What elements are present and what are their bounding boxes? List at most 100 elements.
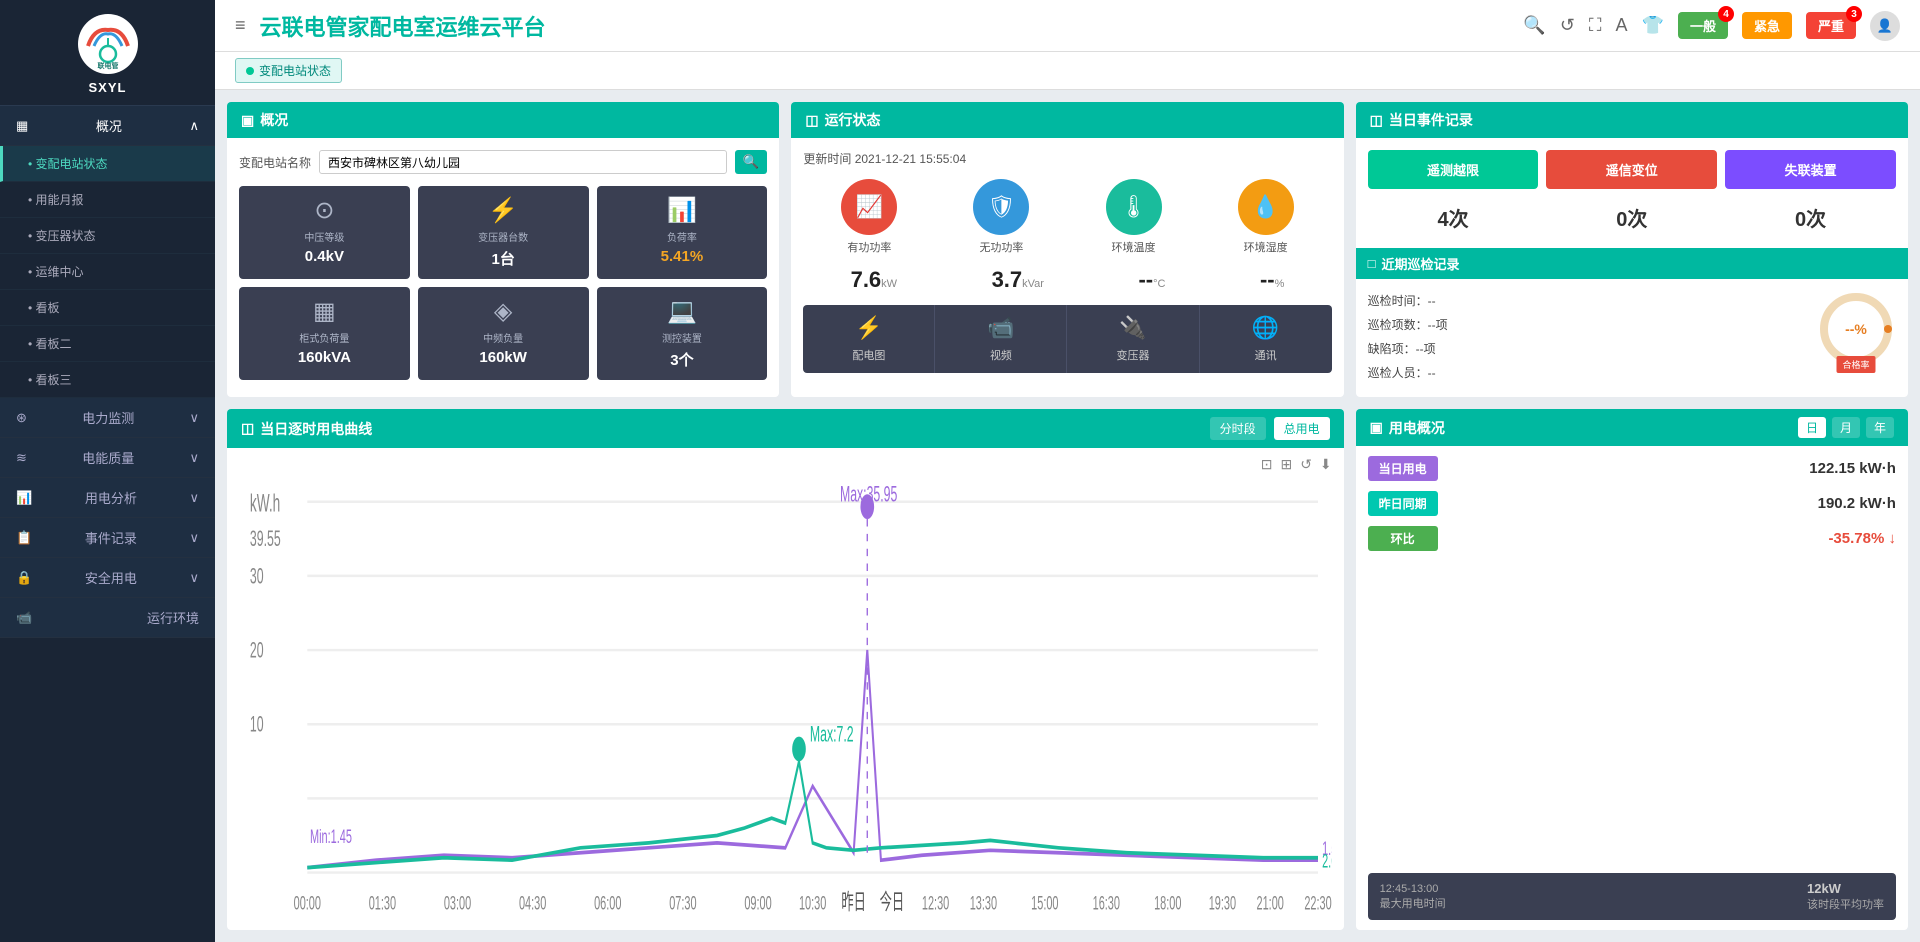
power-tab-month[interactable]: 月 [1832, 417, 1860, 438]
urgent-alert-button[interactable]: 紧急 [1742, 12, 1792, 39]
action-distribution-diagram[interactable]: ⚡ 配电图 [803, 305, 935, 373]
chart-crop-icon[interactable]: ⊡ [1261, 456, 1273, 473]
nav-section-overview[interactable]: ▦ 概况 ∧ [0, 106, 215, 146]
chart-refresh-icon[interactable]: ↺ [1300, 456, 1312, 473]
action-video[interactable]: 📹 视频 [935, 305, 1067, 373]
action-transformer[interactable]: 🔌 变压器 [1067, 305, 1199, 373]
nav-events-icon: 📋 [16, 530, 32, 546]
telemetry-exceed-button[interactable]: 遥测越限 [1368, 150, 1539, 189]
action-row: ⚡ 配电图 📹 视频 🔌 变压器 🌐 通讯 [803, 305, 1331, 373]
nav-energy-analysis-label: 用电分析 [85, 488, 137, 507]
severe-alert-button[interactable]: 严重 3 [1806, 12, 1856, 39]
svg-text:39.55: 39.55 [250, 526, 281, 551]
nav-events-label: 事件记录 [85, 528, 137, 547]
nav-item-board3[interactable]: • 看板三 [0, 362, 215, 398]
general-alert-button[interactable]: 一般 4 [1678, 12, 1728, 39]
active-power-icon: 📈 [841, 179, 897, 235]
patrol-header-title: 近期巡检记录 [1382, 254, 1460, 273]
nav-safety-label: 安全用电 [85, 568, 137, 587]
nav-item-board2[interactable]: • 看板二 [0, 326, 215, 362]
power-row-ratio: 环比 -35.78% ↓ [1368, 526, 1896, 551]
refresh-icon[interactable]: ↺ [1560, 15, 1575, 36]
reactive-power-icon: 🛡 [973, 179, 1029, 235]
power-tab-day[interactable]: 日 [1798, 417, 1826, 438]
nav-item-energy-report[interactable]: • 用能月报 [0, 182, 215, 218]
power-bottom-time: 12:45-13:00 [1380, 883, 1446, 895]
overview-card-body: 变配电站名称 🔍 ⊙ 中压等级 0.4kV ⚡ 变压器台数 1台 [227, 138, 779, 397]
remote-signal-count: 0次 [1546, 203, 1717, 232]
svg-text:04:30: 04:30 [519, 894, 546, 915]
patrol-section-header: □ 近期巡检记录 [1356, 248, 1908, 279]
fullscreen-icon[interactable]: ⛶ [1589, 15, 1602, 36]
stat-kw: ◈ 中频负量 160kW [418, 287, 589, 380]
power-tab-year[interactable]: 年 [1866, 417, 1894, 438]
nav-safety-icon: 🔒 [16, 570, 32, 586]
stats-grid: ⊙ 中压等级 0.4kV ⚡ 变压器台数 1台 📊 负荷率 5.41% [239, 186, 767, 380]
nav-section-power-monitor[interactable]: ⊛ 电力监测 ∨ [0, 398, 215, 438]
nav-section-safety[interactable]: 🔒 安全用电 ∨ [0, 558, 215, 598]
svg-text:15:00: 15:00 [1031, 894, 1058, 915]
search-input[interactable] [319, 150, 727, 174]
nav-energy-analysis-chevron: ∨ [189, 490, 199, 506]
nav-item-substation-status[interactable]: • 变配电站状态 [0, 146, 215, 182]
nav-section-energy-quality[interactable]: ≋ 电能质量 ∨ [0, 438, 215, 478]
remote-signal-button[interactable]: 遥信变位 [1546, 150, 1717, 189]
transformer-value: 1台 [491, 248, 514, 269]
menu-toggle-button[interactable]: ≡ [235, 15, 246, 36]
topbar: ≡ 云联电管家配电室运维云平台 🔍 ↺ ⛶ A 👕 一般 4 紧急 严重 3 👤 [215, 0, 1920, 52]
chart-download-icon[interactable]: ⬇ [1320, 456, 1332, 473]
nav-power-monitor-chevron: ∨ [189, 410, 199, 426]
svg-text:03:00: 03:00 [444, 894, 471, 915]
nav-safety-chevron: ∨ [189, 570, 199, 586]
patrol-defect: 缺陷项：--项 [1368, 337, 1804, 361]
chart-expand-icon[interactable]: ⊞ [1280, 456, 1292, 473]
nav-section-events[interactable]: 📋 事件记录 ∨ [0, 518, 215, 558]
user-avatar[interactable]: 👤 [1870, 11, 1900, 41]
patrol-person: 巡检人员：-- [1368, 361, 1804, 385]
patrol-gauge-text: --% [1845, 321, 1867, 337]
disconnected-device-button[interactable]: 失联装置 [1725, 150, 1896, 189]
overview-header-icon: ▣ [241, 112, 254, 129]
search-icon[interactable]: 🔍 [1523, 15, 1545, 36]
chart-area: kW.h 39.55 30 20 10 [239, 477, 1332, 922]
sidebar-logo: 联电管 SXYL [0, 0, 215, 106]
patrol-gauge-label: 合格率 [1836, 356, 1875, 373]
svg-text:昨日: 昨日 [841, 890, 866, 915]
action-communication[interactable]: 🌐 通讯 [1200, 305, 1332, 373]
nav-item-board[interactable]: • 看板 [0, 290, 215, 326]
nav-power-monitor-label: 电力监测 [82, 408, 134, 427]
period-button[interactable]: 分时段 [1210, 417, 1266, 440]
nav-overview-chevron: ∧ [189, 118, 199, 134]
svg-text:Min:1.45: Min:1.45 [310, 827, 352, 848]
events-card: ◫ 当日事件记录 遥测越限 遥信变位 失联装置 4次 0次 0次 □ 近期巡检记… [1356, 102, 1908, 397]
main-area: ≡ 云联电管家配电室运维云平台 🔍 ↺ ⛶ A 👕 一般 4 紧急 严重 3 👤 [215, 0, 1920, 942]
status-tag[interactable]: 变配电站状态 [235, 58, 342, 83]
content-grid: ▣ 概况 变配电站名称 🔍 ⊙ 中压等级 0.4kV ⚡ [215, 90, 1920, 942]
nav-item-ops-center[interactable]: • 运维中心 [0, 254, 215, 290]
power-bottom-value: 12kW [1807, 881, 1884, 896]
power-bottom-left: 12:45-13:00 最大用电时间 [1380, 883, 1446, 911]
yesterday-value: 190.2 kW·h [1818, 495, 1896, 512]
nav-item-transformer-status[interactable]: • 变压器状态 [0, 218, 215, 254]
load-rate-icon: 📊 [667, 196, 697, 225]
metric-circles: 📈 有功功率 🛡 无功功率 🌡 环境温度 💧 环境湿度 [803, 179, 1331, 255]
app-title: 云联电管家配电室运维云平台 [260, 10, 1524, 42]
communication-icon: 🌐 [1252, 315, 1279, 341]
running-card-header: ◫ 运行状态 [791, 102, 1343, 138]
patrol-header-icon: □ [1368, 256, 1376, 271]
search-button[interactable]: 🔍 [735, 150, 768, 174]
power-bottom-label1: 最大用电时间 [1380, 895, 1446, 911]
stat-load-rate: 📊 负荷率 5.41% [597, 186, 768, 279]
distribution-diagram-label: 配电图 [852, 347, 885, 363]
power-row-today: 当日用电 122.15 kW·h [1368, 456, 1896, 481]
power-header-title: 用电概况 [1389, 418, 1445, 438]
total-button[interactable]: 总用电 [1274, 417, 1330, 440]
svg-text:18:00: 18:00 [1154, 894, 1181, 915]
font-icon[interactable]: A [1616, 15, 1628, 36]
kva-label: 柜式负荷量 [299, 330, 349, 345]
sidebar: 联电管 SXYL ▦ 概况 ∧ • 变配电站状态 • 用能月报 • 变压器状态 … [0, 0, 215, 942]
nav-section-environment[interactable]: 📹 运行环境 [0, 598, 215, 638]
theme-icon[interactable]: 👕 [1642, 15, 1664, 36]
nav-section-energy-analysis[interactable]: 📊 用电分析 ∨ [0, 478, 215, 518]
stat-kva: ▦ 柜式负荷量 160kVA [239, 287, 410, 380]
